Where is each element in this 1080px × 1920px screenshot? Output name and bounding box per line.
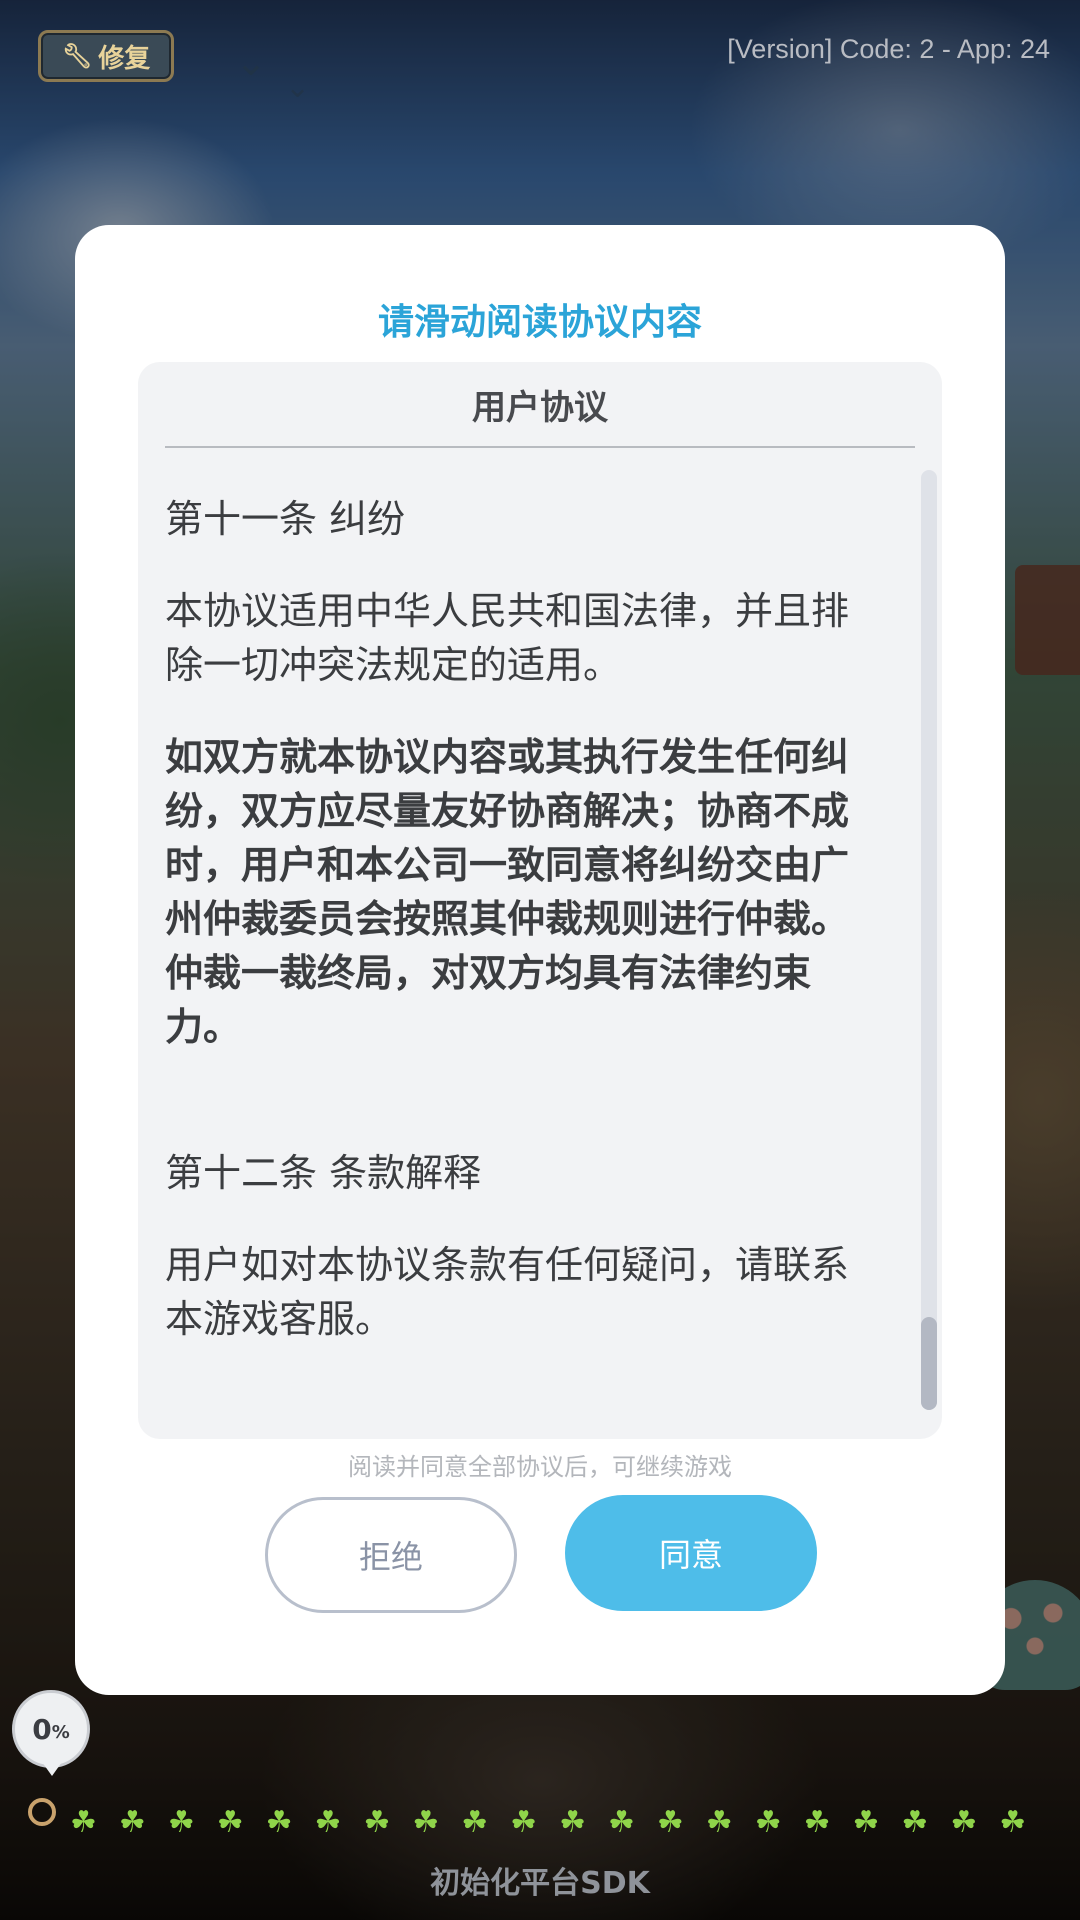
sprout-icon: ☘: [70, 1805, 97, 1840]
sprout-icon: ☘: [510, 1805, 538, 1840]
reject-button[interactable]: 拒绝: [265, 1497, 517, 1613]
reject-label: 拒绝: [358, 1538, 423, 1576]
progress-bubble-tail: [42, 1762, 62, 1776]
repair-button[interactable]: 🔧︎ 修复: [38, 30, 174, 82]
snail-icon: [28, 1798, 56, 1826]
sprout-icon: ☘: [265, 1805, 293, 1840]
progress-track: ☘ ☘ ☘ ☘ ☘ ☘ ☘ ☘ ☘ ☘ ☘ ☘ ☘ ☘ ☘ ☘ ☘ ☘ ☘ ☘: [70, 1805, 1026, 1848]
sprout-icon: ☘: [314, 1805, 342, 1840]
progress-bubble: 0%: [12, 1690, 90, 1768]
sprout-icon: ☘: [754, 1805, 782, 1840]
agreement-content[interactable]: 第十一条 纠纷 本协议适用中华人民共和国法律，并且排除一切冲突法规定的适用。 如…: [165, 492, 885, 1346]
sprout-icon: ☘: [412, 1805, 440, 1840]
agreement-hint: 阅读并同意全部协议后，可继续游戏: [348, 1453, 732, 1481]
loading-status: 初始化平台SDK: [430, 1866, 650, 1901]
section-paragraph-bold: 如双方就本协议内容或其执行发生任何纠纷，双方应尽量友好协商解决；协商不成时，用户…: [165, 735, 850, 1049]
section-title: 第十二条 条款解释: [165, 1151, 482, 1195]
dialog-title: 请滑动阅读协议内容: [377, 302, 702, 343]
sprout-icon: ☘: [118, 1805, 146, 1840]
sprout-icon: ☘: [656, 1805, 684, 1840]
progress-unit: %: [51, 1721, 70, 1743]
section-paragraph: 用户如对本协议条款有任何疑问，请联系本游戏客服。: [165, 1243, 850, 1341]
sprout-icon: ☘: [461, 1805, 489, 1840]
sprout-icon: ☘: [216, 1805, 244, 1840]
sprout-icon: ☘: [901, 1805, 929, 1840]
sprout-icon: ☘: [950, 1805, 978, 1840]
scrollbar[interactable]: [921, 470, 937, 1410]
scrollbar-thumb[interactable]: [921, 1317, 937, 1410]
sprout-icon: ☘: [999, 1805, 1027, 1840]
sprout-icon: ☘: [363, 1805, 391, 1840]
agree-button[interactable]: 同意: [565, 1495, 817, 1611]
section-title: 第十一条 纠纷: [165, 497, 406, 541]
wrench-icon: 🔧︎: [61, 42, 93, 70]
progress-value: 0: [32, 1712, 52, 1746]
sprout-icon: ☘: [559, 1805, 586, 1840]
version-label: [Version] Code: 2 - App: 24: [727, 34, 1050, 64]
sprout-icon: ☘: [852, 1805, 880, 1840]
sprout-icon: ☘: [607, 1805, 635, 1840]
sprout-icon: ☘: [705, 1805, 733, 1840]
sprout-icon: ☘: [167, 1805, 195, 1840]
agree-label: 同意: [658, 1536, 723, 1574]
agreement-header: 用户协议: [165, 362, 915, 448]
repair-label: 修复: [98, 43, 151, 74]
section-paragraph: 本协议适用中华人民共和国法律，并且排除一切冲突法规定的适用。: [165, 589, 850, 687]
sprout-icon: ☘: [803, 1805, 831, 1840]
agreement-panel[interactable]: 用户协议 第十一条 纠纷 本协议适用中华人民共和国法律，并且排除一切冲突法规定的…: [138, 362, 942, 1439]
agreement-dialog: 请滑动阅读协议内容 用户协议 第十一条 纠纷 本协议适用中华人民共和国法律，并且…: [75, 225, 1005, 1695]
